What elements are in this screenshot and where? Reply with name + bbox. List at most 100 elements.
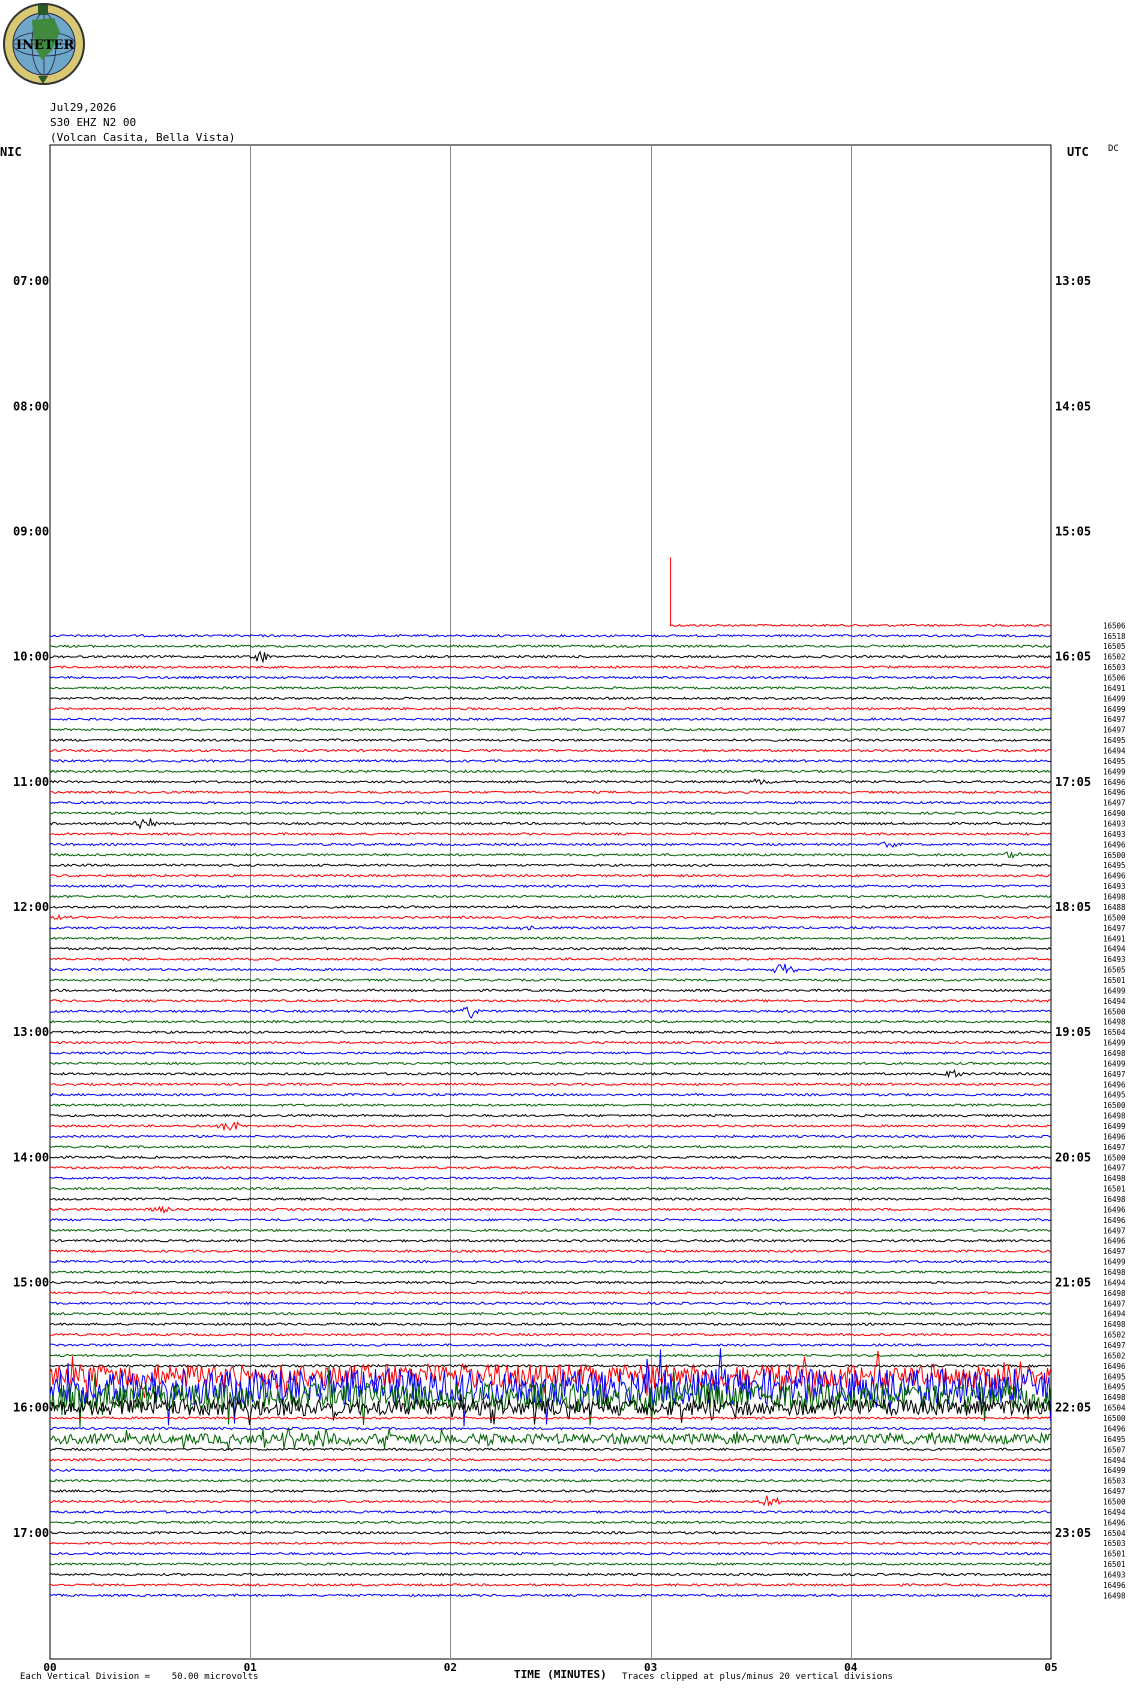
trace-row	[49, 1249, 1051, 1253]
row-mean-label: 16507	[1103, 1445, 1126, 1454]
right-hour-label: 20:05	[1055, 1150, 1091, 1164]
trace-row	[49, 800, 1051, 805]
row-mean-label: 16496	[1103, 872, 1126, 881]
trace-row	[49, 1051, 1051, 1055]
trace-row	[49, 1468, 1051, 1473]
trace-row	[49, 1364, 1051, 1368]
row-mean-label: 16501	[1103, 1185, 1126, 1194]
right-hour-label: 19:05	[1055, 1025, 1091, 1039]
trace-row	[49, 1068, 1051, 1079]
row-mean-label: 16498	[1103, 1049, 1126, 1058]
trace-row	[49, 936, 1051, 941]
row-mean-label: 16493	[1103, 882, 1126, 891]
right-hour-label: 14:05	[1055, 399, 1091, 413]
left-hour-label: 07:00	[13, 274, 49, 288]
trace-row	[49, 1030, 1051, 1035]
trace-row	[49, 1259, 1051, 1264]
left-hour-label: 17:00	[13, 1526, 49, 1540]
trace-row	[49, 675, 1051, 680]
row-mean-label: 16497	[1103, 1247, 1126, 1256]
right-hour-label: 13:05	[1055, 274, 1091, 288]
row-mean-label: 16498	[1103, 1289, 1126, 1298]
trace-row	[49, 1270, 1051, 1274]
trace-row	[49, 696, 1051, 701]
trace-row	[49, 1332, 1051, 1337]
trace-row	[49, 957, 1051, 961]
left-hour-label: 12:00	[13, 900, 49, 914]
left-hour-label: 15:00	[13, 1275, 49, 1289]
trace-row	[49, 790, 1051, 795]
trace-row	[49, 1165, 1051, 1170]
trace-row	[49, 1145, 1051, 1149]
trace-row	[49, 894, 1051, 899]
trace-row	[49, 1301, 1051, 1306]
row-mean-label: 16496	[1103, 1581, 1126, 1590]
trace-row	[49, 1006, 1051, 1019]
row-mean-label: 16494	[1103, 997, 1126, 1006]
row-mean-label: 16501	[1103, 976, 1126, 985]
trace-row	[49, 1447, 1051, 1452]
row-mean-label: 16498	[1103, 1174, 1126, 1183]
row-mean-label: 16497	[1103, 715, 1126, 724]
row-mean-label: 16496	[1103, 840, 1126, 849]
trace-row	[49, 1391, 1051, 1425]
trace-row	[49, 841, 1051, 849]
row-mean-label: 16499	[1103, 694, 1126, 703]
trace-row	[49, 1228, 1051, 1233]
row-mean-label: 16496	[1103, 788, 1126, 797]
row-mean-label: 16493	[1103, 1570, 1126, 1579]
clip-note: Traces clipped at plus/minus 20 vertical…	[622, 1672, 893, 1682]
trace-row	[49, 925, 1051, 931]
right-hour-label: 16:05	[1055, 650, 1091, 664]
trace-row	[49, 1238, 1051, 1243]
row-mean-label: 16493	[1103, 955, 1126, 964]
trace-row	[49, 1495, 1051, 1507]
row-mean-label: 16498	[1103, 1393, 1126, 1402]
row-mean-label: 16496	[1103, 1362, 1126, 1371]
trace-row	[49, 1311, 1051, 1316]
row-mean-label: 16493	[1103, 830, 1126, 839]
row-mean-label: 16494	[1103, 945, 1126, 954]
trace-row	[49, 818, 1051, 830]
row-mean-label: 16493	[1103, 820, 1126, 829]
left-hour-label: 16:00	[13, 1401, 49, 1415]
row-mean-label: 16498	[1103, 893, 1126, 902]
trace-row	[49, 1593, 1051, 1598]
trace-row	[49, 1457, 1051, 1462]
trace-row	[49, 1280, 1051, 1285]
row-mean-label: 16498	[1103, 1195, 1126, 1204]
right-hour-label: 21:05	[1055, 1275, 1091, 1289]
row-mean-label: 16503	[1103, 663, 1126, 672]
row-mean-label: 16497	[1103, 1143, 1126, 1152]
trace-row	[49, 884, 1051, 888]
row-mean-label: 16504	[1103, 1529, 1126, 1538]
row-mean-label: 16499	[1103, 1258, 1126, 1267]
row-mean-label: 16497	[1103, 924, 1126, 933]
row-mean-label: 16497	[1103, 1487, 1126, 1496]
row-mean-label: 16506	[1103, 674, 1126, 683]
trace-row	[49, 748, 1051, 753]
plot-frame	[49, 144, 1052, 1660]
row-mean-label: 16496	[1103, 778, 1126, 787]
trace-row	[49, 1562, 1051, 1566]
right-hour-label: 17:05	[1055, 775, 1091, 789]
row-mean-label: 16495	[1103, 736, 1126, 745]
row-mean-label: 16505	[1103, 642, 1126, 651]
trace-row	[49, 978, 1051, 982]
row-mean-label: 16503	[1103, 1477, 1126, 1486]
trace-row	[49, 1113, 1051, 1118]
row-mean-label: 16499	[1103, 1059, 1126, 1068]
trace-row	[49, 686, 1051, 690]
row-mean-label: 16500	[1103, 851, 1126, 860]
left-hour-label: 13:00	[13, 1025, 49, 1039]
trace-row	[49, 851, 1051, 859]
row-mean-label: 16518	[1103, 632, 1126, 641]
trace-row	[49, 1103, 1051, 1108]
row-mean-label: 16504	[1103, 1028, 1126, 1037]
trace-row	[49, 1551, 1051, 1556]
trace-row	[49, 1186, 1051, 1191]
trace-row	[49, 873, 1051, 878]
row-mean-label: 16501	[1103, 1560, 1126, 1569]
row-mean-label: 16500	[1103, 913, 1126, 922]
trace-row	[49, 1426, 1051, 1431]
